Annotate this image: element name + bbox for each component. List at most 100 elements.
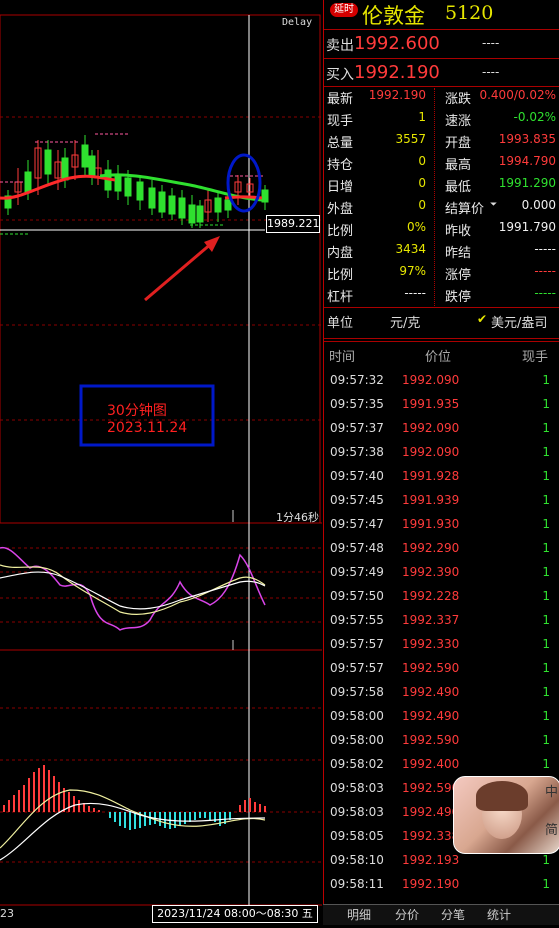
tick-time: 09:58:11 [330, 877, 384, 891]
tick-row[interactable]: 09:57:57 1992.590 1 [324, 656, 559, 680]
stat-left-value: ----- [404, 286, 426, 300]
tick-row[interactable]: 09:57:38 1992.090 1 [324, 440, 559, 464]
tick-time: 09:57:40 [330, 469, 384, 483]
tick-price: 1992.400 [402, 757, 460, 771]
stat-right-label[interactable]: 结算价 [445, 198, 484, 217]
tick-time: 09:58:00 [330, 709, 384, 723]
stat-right-label: 涨停 [445, 268, 472, 283]
tick-time: 09:57:50 [330, 589, 384, 603]
tick-price: 1991.939 [402, 493, 460, 507]
tick-row[interactable]: 09:57:50 1992.228 1 [324, 584, 559, 608]
tick-price: 1991.935 [402, 397, 460, 411]
tick-volume: 1 [542, 685, 550, 699]
tick-volume: 1 [542, 757, 550, 771]
tick-price: 1992.590 [402, 781, 460, 795]
stat-row: 持仓 0 最高 1994.790 [324, 154, 559, 176]
tick-header-vol: 现手 [522, 350, 549, 365]
tick-price: 1992.590 [402, 661, 460, 675]
stat-left-value: 0% [406, 220, 426, 234]
stat-right-label: 最低 [445, 180, 472, 195]
tick-time: 09:57:57 [330, 637, 384, 651]
tick-row[interactable]: 09:57:45 1991.939 1 [324, 488, 559, 512]
stat-left-label: 杠杆 [327, 290, 354, 305]
tick-time: 09:57:32 [330, 373, 384, 387]
stat-right-value: 0.000 [521, 198, 556, 212]
tick-price: 1992.090 [402, 373, 460, 387]
tick-row[interactable]: 09:57:55 1992.337 1 [324, 608, 559, 632]
tick-volume: 1 [542, 493, 550, 507]
delay-badge: 延时 [330, 3, 358, 17]
stat-left-value: 1992.190 [368, 88, 426, 102]
tick-volume: 1 [542, 541, 550, 555]
tab-stats[interactable]: 统计 [479, 905, 519, 925]
tick-row[interactable]: 09:57:48 1992.290 1 [324, 536, 559, 560]
sell-volume: ---- [482, 36, 500, 50]
tick-time: 09:58:02 [330, 757, 384, 771]
annotation-date: 2023.11.24 [107, 420, 188, 436]
tick-volume: 1 [542, 877, 550, 891]
tab-tick[interactable]: 分笔 [433, 905, 473, 925]
tick-price: 1992.190 [402, 877, 460, 891]
tick-price: 1992.490 [402, 805, 460, 819]
tick-price: 1992.490 [402, 709, 460, 723]
tab-bar: 明细 分价 分笔 统计 [323, 904, 559, 925]
tick-row[interactable]: 09:58:00 1992.590 1 [324, 728, 559, 752]
tick-row[interactable]: 09:57:47 1991.930 1 [324, 512, 559, 536]
left-corner-label: 23 [0, 907, 14, 920]
tick-volume: 1 [542, 517, 550, 531]
tick-row[interactable]: 09:57:58 1992.490 1 [324, 680, 559, 704]
stat-left-label: 外盘 [327, 202, 354, 217]
buy-label: 买入 [326, 67, 354, 83]
avatar-text-bottom: 简 [544, 823, 558, 838]
stat-left-label: 比例 [327, 268, 354, 283]
unit-value[interactable]: 元/克 [390, 312, 420, 331]
tab-detail[interactable]: 明细 [339, 905, 379, 925]
tick-row[interactable]: 09:58:11 1992.190 1 [324, 872, 559, 896]
tab-price-dist[interactable]: 分价 [387, 905, 427, 925]
tick-price: 1992.228 [402, 589, 460, 603]
tick-price: 1992.330 [402, 637, 460, 651]
tick-price: 1992.090 [402, 421, 460, 435]
stat-right-label: 最高 [445, 158, 472, 173]
dropdown-arrow-icon[interactable]: ⏷ [490, 200, 497, 210]
kline-chart-area[interactable]: Delay 1989.221 30分钟图 2023.11.24 1分46秒 23… [0, 0, 322, 924]
stat-right-label: 昨收 [445, 224, 472, 239]
tick-price: 1992.193 [402, 853, 460, 867]
tick-volume: 1 [542, 373, 550, 387]
stat-right-label: 跌停 [445, 290, 472, 305]
stat-left-value: 3434 [395, 242, 426, 256]
crosshair-price-label: 1989.221 [266, 215, 320, 233]
avatar[interactable]: 中 简 [453, 776, 559, 854]
tick-time: 09:57:47 [330, 517, 384, 531]
tick-row[interactable]: 09:58:00 1992.490 1 [324, 704, 559, 728]
tick-row[interactable]: 09:57:37 1992.090 1 [324, 416, 559, 440]
unit-alt[interactable]: 美元/盎司 [491, 312, 547, 331]
stat-left-value: 3557 [395, 132, 426, 146]
tick-volume: 1 [542, 661, 550, 675]
tick-row[interactable]: 09:57:49 1992.390 1 [324, 560, 559, 584]
stat-right-value: -0.02% [513, 110, 556, 124]
highlight-ellipse [226, 153, 262, 213]
unit-label: 单位 [327, 316, 354, 331]
tick-time: 09:57:35 [330, 397, 384, 411]
tick-time: 09:57:45 [330, 493, 384, 507]
stat-left-label: 日增 [327, 180, 354, 195]
sell-label: 卖出 [326, 38, 354, 54]
tick-row[interactable]: 09:57:57 1992.330 1 [324, 632, 559, 656]
stat-row: 总量 3557 开盘 1993.835 [324, 132, 559, 154]
tick-row[interactable]: 09:57:40 1991.928 1 [324, 464, 559, 488]
check-icon[interactable]: ✔ [477, 312, 487, 326]
stat-right-value: ----- [534, 264, 556, 278]
tick-header-time: 时间 [329, 350, 356, 365]
tick-row[interactable]: 09:57:35 1991.935 1 [324, 392, 559, 416]
stat-row: 内盘 3434 昨结 ----- [324, 242, 559, 264]
tick-row[interactable]: 09:58:02 1992.400 1 [324, 752, 559, 776]
stat-right-value: 1993.835 [498, 132, 556, 146]
kline-chart-svg[interactable] [0, 0, 322, 924]
tick-price: 1992.090 [402, 445, 460, 459]
tick-row[interactable]: 09:57:32 1992.090 1 [324, 368, 559, 392]
stat-left-value: 1 [418, 110, 426, 124]
tick-volume: 1 [542, 421, 550, 435]
annotation-title: 30分钟图 [107, 403, 167, 419]
tick-volume: 1 [542, 445, 550, 459]
